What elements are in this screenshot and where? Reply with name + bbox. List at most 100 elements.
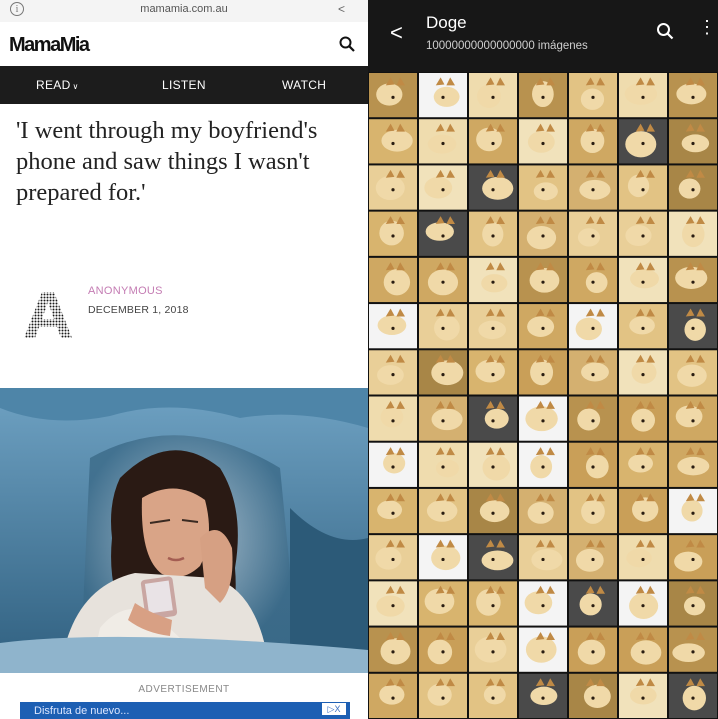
thumbnail[interactable] (469, 304, 517, 349)
thumbnail[interactable] (469, 673, 517, 718)
thumbnail[interactable] (569, 350, 617, 395)
thumbnail[interactable] (619, 304, 667, 349)
thumbnail[interactable] (419, 396, 467, 441)
thumbnail[interactable] (619, 119, 667, 164)
thumbnail[interactable] (619, 488, 667, 534)
thumbnail[interactable] (669, 350, 717, 395)
thumbnail[interactable] (619, 73, 667, 118)
thumbnail[interactable] (369, 119, 417, 164)
thumbnail[interactable] (669, 673, 717, 718)
thumbnail[interactable] (569, 257, 617, 303)
thumbnail[interactable] (519, 535, 567, 580)
thumbnail[interactable] (569, 581, 617, 626)
thumbnail[interactable] (419, 257, 467, 303)
thumbnail[interactable] (419, 673, 467, 718)
thumbnail[interactable] (469, 211, 517, 256)
browser-url[interactable]: mamamia.com.au (0, 3, 368, 15)
thumbnail[interactable] (419, 73, 467, 118)
thumbnail[interactable] (469, 442, 517, 487)
thumbnail[interactable] (569, 73, 617, 118)
thumbnail[interactable] (419, 627, 467, 672)
thumbnail[interactable] (369, 581, 417, 626)
thumbnail[interactable] (419, 165, 467, 210)
thumbnail[interactable] (669, 119, 717, 164)
thumbnail[interactable] (519, 396, 567, 441)
thumbnail[interactable] (619, 581, 667, 626)
thumbnail[interactable] (519, 488, 567, 534)
thumbnail[interactable] (419, 442, 467, 487)
thumbnail[interactable] (569, 627, 617, 672)
nav-read[interactable]: READ ∨ (36, 78, 79, 92)
thumbnail[interactable] (369, 673, 417, 718)
thumbnail[interactable] (419, 119, 467, 164)
thumbnail[interactable] (519, 257, 567, 303)
thumbnail[interactable] (619, 211, 667, 256)
search-icon[interactable] (656, 22, 674, 40)
thumbnail[interactable] (369, 396, 417, 441)
thumbnail[interactable] (669, 627, 717, 672)
thumbnail[interactable] (519, 119, 567, 164)
thumbnail[interactable] (519, 627, 567, 672)
thumbnail[interactable] (569, 119, 617, 164)
thumbnail[interactable] (569, 442, 617, 487)
thumbnail[interactable] (669, 488, 717, 534)
thumbnail[interactable] (669, 211, 717, 256)
thumbnail[interactable] (669, 304, 717, 349)
thumbnail[interactable] (369, 73, 417, 118)
thumbnail[interactable] (369, 211, 417, 256)
thumbnail[interactable] (469, 535, 517, 580)
thumbnail[interactable] (519, 165, 567, 210)
thumbnail[interactable] (469, 488, 517, 534)
nav-listen[interactable]: LISTEN (162, 78, 206, 92)
thumbnail[interactable] (619, 442, 667, 487)
thumbnail[interactable] (569, 673, 617, 718)
thumbnail[interactable] (669, 535, 717, 580)
thumbnail[interactable] (519, 73, 567, 118)
thumbnail[interactable] (469, 627, 517, 672)
thumbnail[interactable] (419, 304, 467, 349)
ad-banner-text[interactable]: Disfruta de nuevo... (34, 705, 129, 717)
site-logo[interactable]: MamaMia (9, 34, 90, 57)
thumbnail[interactable] (669, 165, 717, 210)
thumbnail[interactable] (519, 673, 567, 718)
thumbnail[interactable] (469, 350, 517, 395)
back-icon[interactable]: < (390, 20, 403, 46)
thumbnail[interactable] (369, 350, 417, 395)
thumbnail[interactable] (469, 396, 517, 441)
thumbnail[interactable] (569, 211, 617, 256)
thumbnail[interactable] (519, 581, 567, 626)
thumbnail[interactable] (669, 396, 717, 441)
thumbnail[interactable] (569, 165, 617, 210)
thumbnail[interactable] (419, 535, 467, 580)
thumbnail[interactable] (469, 581, 517, 626)
nav-watch[interactable]: WATCH (282, 78, 326, 92)
thumbnail[interactable] (369, 165, 417, 210)
thumbnail[interactable] (619, 350, 667, 395)
thumbnail[interactable] (619, 396, 667, 441)
thumbnail[interactable] (469, 73, 517, 118)
thumbnail[interactable] (619, 257, 667, 303)
browser-url-bar[interactable]: i mamamia.com.au < (0, 0, 368, 22)
thumbnail[interactable] (519, 442, 567, 487)
ad-banner[interactable]: Disfruta de nuevo... ▷X (20, 702, 350, 719)
thumbnail[interactable] (369, 488, 417, 534)
thumbnail[interactable] (369, 535, 417, 580)
thumbnail[interactable] (419, 350, 467, 395)
thumbnail[interactable] (369, 442, 417, 487)
thumbnail[interactable] (469, 257, 517, 303)
ad-choices-icon[interactable]: ▷X (322, 703, 346, 715)
search-icon[interactable] (339, 36, 355, 52)
thumbnail[interactable] (619, 535, 667, 580)
thumbnail[interactable] (469, 119, 517, 164)
share-icon[interactable]: < (338, 2, 345, 16)
thumbnail[interactable] (669, 581, 717, 626)
thumbnail[interactable] (419, 488, 467, 534)
article-author[interactable]: ANONYMOUS (88, 285, 163, 297)
more-options-icon[interactable]: ⋮ (698, 18, 716, 36)
thumbnail[interactable] (519, 211, 567, 256)
thumbnail[interactable] (619, 673, 667, 718)
thumbnail[interactable] (619, 165, 667, 210)
thumbnail[interactable] (419, 581, 467, 626)
thumbnail[interactable] (569, 396, 617, 441)
thumbnail[interactable] (369, 257, 417, 303)
